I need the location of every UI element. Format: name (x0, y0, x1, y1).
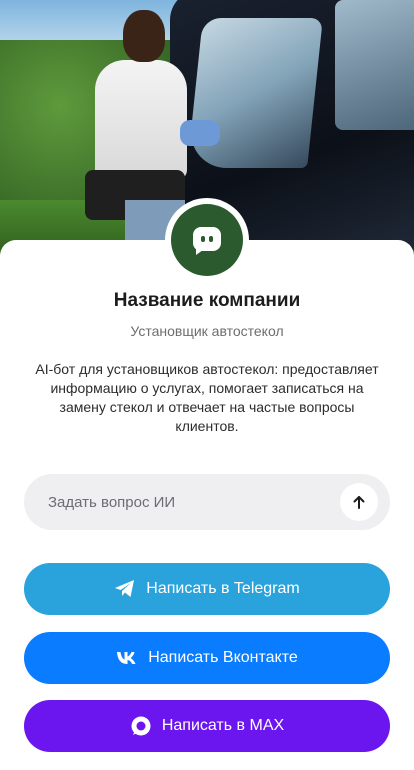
vk-button-label: Написать Вконтакте (148, 649, 298, 666)
hero-car-window-rear (335, 0, 414, 130)
avatar-circle (171, 204, 243, 276)
vk-button[interactable]: Написать Вконтакте (24, 632, 390, 684)
vk-icon (116, 651, 138, 665)
company-description: AI-бот для установщиков автостекол: пред… (35, 361, 379, 434)
arrow-up-icon (353, 496, 365, 509)
send-button[interactable] (340, 483, 378, 521)
max-button[interactable]: Написать в MAX (24, 700, 390, 752)
hero-installer-shirt (95, 60, 187, 180)
bot-chat-icon (193, 227, 221, 255)
hero-installer-glove (180, 120, 220, 146)
hero-installer-head (123, 10, 165, 62)
telegram-icon (114, 579, 136, 599)
telegram-button[interactable]: Написать в Telegram (24, 563, 390, 615)
ask-ai-box (24, 474, 390, 530)
ask-ai-input[interactable] (48, 474, 348, 530)
max-icon (130, 715, 152, 737)
avatar (165, 198, 249, 282)
max-button-label: Написать в MAX (161, 717, 285, 734)
telegram-button-label: Написать в Telegram (146, 580, 300, 597)
company-subtitle: Установщик автостекол (130, 323, 284, 339)
company-name: Название компании (113, 290, 301, 311)
